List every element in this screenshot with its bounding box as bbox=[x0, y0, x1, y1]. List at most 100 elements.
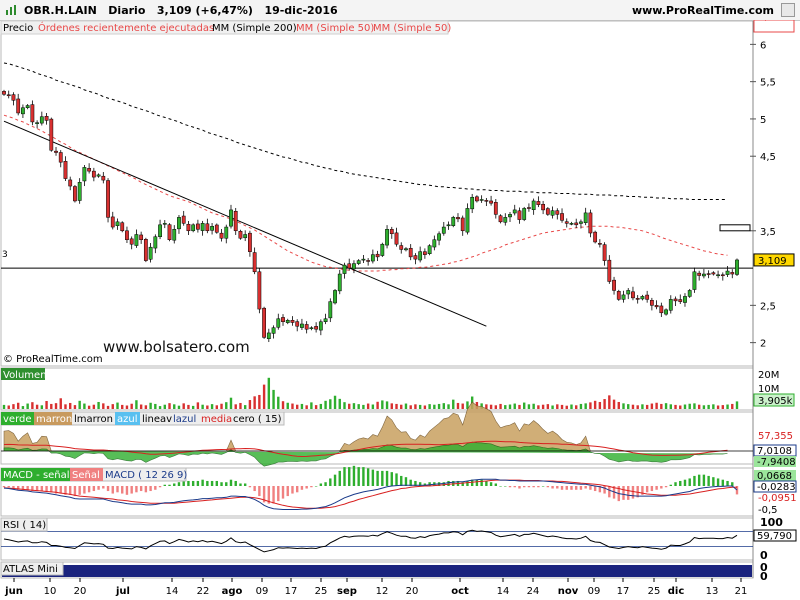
volume-bar bbox=[2, 404, 6, 409]
macd-hist-bar bbox=[688, 478, 691, 486]
candle-body bbox=[11, 94, 16, 101]
macd-hist-bar bbox=[92, 486, 96, 492]
volume-bar bbox=[187, 404, 190, 409]
candle-body bbox=[692, 271, 697, 290]
candle-body bbox=[508, 214, 512, 218]
volume-bar bbox=[589, 402, 592, 409]
x-tick-label: 13 bbox=[706, 586, 719, 597]
candle-body bbox=[635, 298, 640, 300]
macd-hist-bar bbox=[371, 469, 375, 486]
macd-legend-macd: MACD ( 12 26 9) bbox=[105, 470, 187, 481]
volume-bar bbox=[50, 403, 53, 409]
candle bbox=[545, 207, 550, 216]
macd-hist-bar bbox=[679, 480, 682, 486]
macd-hist-bar bbox=[366, 468, 370, 486]
macd-hist-bar bbox=[499, 486, 502, 487]
macd-hist-bar bbox=[300, 486, 304, 490]
candle-body bbox=[101, 175, 106, 181]
candle-body bbox=[616, 291, 621, 300]
macd-legend-signal: Señal bbox=[72, 470, 100, 481]
kon-label-media: 57,355 bbox=[758, 431, 793, 442]
volume-title: Volumen bbox=[3, 370, 47, 381]
volume-bar bbox=[603, 399, 606, 409]
candle-body bbox=[394, 232, 399, 245]
macd-hist-bar bbox=[551, 486, 554, 489]
candle-body bbox=[389, 229, 394, 235]
x-tick-label: 24 bbox=[527, 586, 540, 597]
price-tick-label: 6 bbox=[760, 40, 766, 51]
rsi-panel[interactable] bbox=[0, 517, 754, 561]
macd-hist-bar bbox=[381, 470, 384, 486]
candle bbox=[167, 223, 172, 242]
candle-body bbox=[143, 239, 148, 261]
candle-body bbox=[96, 174, 101, 177]
volume-bar bbox=[253, 396, 256, 409]
volume-tick-10m: 10M bbox=[758, 384, 779, 395]
atlas-tick-bottom: 0 bbox=[760, 570, 768, 583]
site-link[interactable]: www.ProRealTime.com bbox=[632, 4, 774, 17]
candle-body bbox=[186, 223, 191, 232]
candle-body bbox=[120, 222, 125, 232]
macd-hist-bar bbox=[565, 486, 568, 490]
candle-body bbox=[678, 299, 683, 302]
volume-bar bbox=[343, 402, 346, 409]
macd-hist-bar bbox=[215, 480, 219, 486]
macd-hist-bar bbox=[149, 486, 152, 492]
macd-hist-bar bbox=[87, 486, 91, 493]
volume-bar bbox=[26, 403, 29, 409]
price-panel[interactable] bbox=[0, 20, 754, 367]
chart-canvas[interactable]: Precio Órdenes recientemente ejecutadas … bbox=[0, 20, 800, 600]
volume-bar bbox=[210, 404, 214, 409]
volume-bar bbox=[173, 404, 176, 409]
candle-body bbox=[337, 273, 342, 292]
macd-hist-bar bbox=[111, 486, 114, 494]
volume-bar bbox=[627, 404, 630, 409]
volume-bar bbox=[329, 399, 332, 409]
macd-hist-bar bbox=[589, 486, 592, 490]
macd-hist-bar bbox=[660, 486, 663, 489]
volume-bar bbox=[437, 403, 441, 409]
macd-hist-bar bbox=[177, 482, 181, 486]
volume-bar bbox=[366, 403, 370, 409]
candle-body bbox=[87, 168, 92, 172]
candle-body bbox=[725, 270, 730, 275]
volume-bar bbox=[716, 405, 720, 409]
volume-bar bbox=[220, 403, 223, 409]
menu-icon[interactable] bbox=[781, 3, 795, 17]
volume-bar bbox=[291, 403, 294, 409]
volume-bar bbox=[683, 404, 687, 409]
price-tick-label: 4,5 bbox=[760, 152, 776, 163]
kon-legend-media: media bbox=[201, 414, 232, 425]
last-price-change: 3,109 (+6,47%) bbox=[156, 4, 253, 17]
macd-hist-bar bbox=[362, 467, 365, 486]
candle-body bbox=[106, 180, 110, 218]
candle-body bbox=[422, 251, 427, 255]
macd-hist-bar bbox=[182, 480, 185, 486]
macd-hist-bar bbox=[485, 480, 488, 486]
volume-bar bbox=[267, 377, 271, 409]
volume-bar bbox=[45, 401, 48, 409]
candle-body bbox=[735, 259, 739, 275]
x-tick-label: 09 bbox=[588, 586, 601, 597]
candle-body bbox=[621, 294, 626, 300]
volume-bar bbox=[258, 394, 261, 409]
volume-bar bbox=[418, 404, 422, 409]
macd-hist-bar bbox=[664, 486, 668, 488]
candle-body bbox=[460, 217, 465, 232]
volume-bar bbox=[125, 405, 129, 409]
candle-body bbox=[588, 212, 593, 234]
candle-body bbox=[470, 196, 475, 210]
x-tick-label: 25 bbox=[648, 586, 661, 597]
macd-hist-bar bbox=[135, 486, 138, 493]
volume-bar bbox=[556, 404, 559, 409]
candle-body bbox=[716, 274, 720, 277]
macd-hist-bar bbox=[348, 467, 351, 486]
candle-body bbox=[304, 324, 309, 330]
candle-body bbox=[82, 167, 87, 182]
volume-bar bbox=[281, 401, 285, 409]
candle-body bbox=[210, 226, 214, 231]
volume-bar bbox=[135, 400, 138, 409]
volume-bar bbox=[433, 404, 436, 409]
volume-bar bbox=[69, 402, 72, 409]
candle bbox=[143, 237, 148, 263]
